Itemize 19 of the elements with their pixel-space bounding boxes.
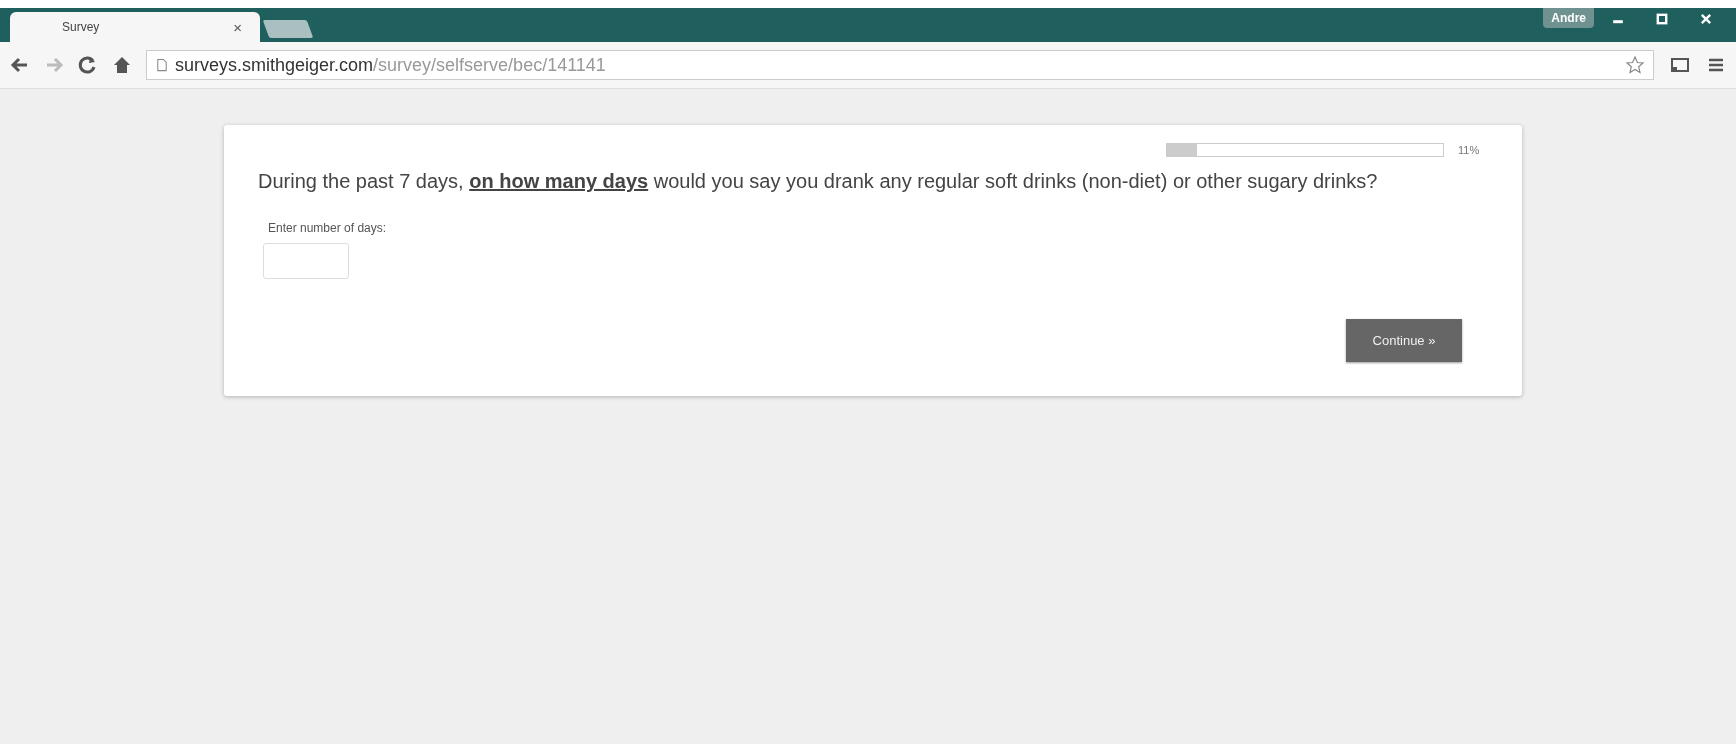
new-tab-button[interactable] [262,20,314,38]
star-icon[interactable] [1625,55,1645,75]
address-bar[interactable]: surveys.smithgeiger.com/survey/selfserve/bec/141141 [146,50,1654,80]
tab-title: Survey [62,20,100,34]
progress-percent: 11% [1458,144,1481,156]
cast-icon[interactable] [1668,55,1692,75]
maximize-icon[interactable] [1656,13,1668,25]
question-text: During the past 7 days, on how many days would you say you drank any regular soft drinks (non-diet) or other sugary drinks? [258,169,1379,194]
page-icon [155,57,169,73]
continue-button[interactable]: Continue » [1346,319,1462,362]
close-icon[interactable] [1700,13,1712,25]
url-text: surveys.smithgeiger.com/survey/selfserve/bec/141141 [175,54,606,76]
tab-close-button[interactable]: × [233,18,242,36]
home-icon[interactable] [112,55,132,75]
reload-icon[interactable] [78,55,98,75]
browser-tab[interactable]: Survey × [10,12,260,42]
days-input-field[interactable] [263,243,349,279]
back-icon[interactable] [10,55,30,75]
field-label: Enter number of days: [268,221,388,235]
